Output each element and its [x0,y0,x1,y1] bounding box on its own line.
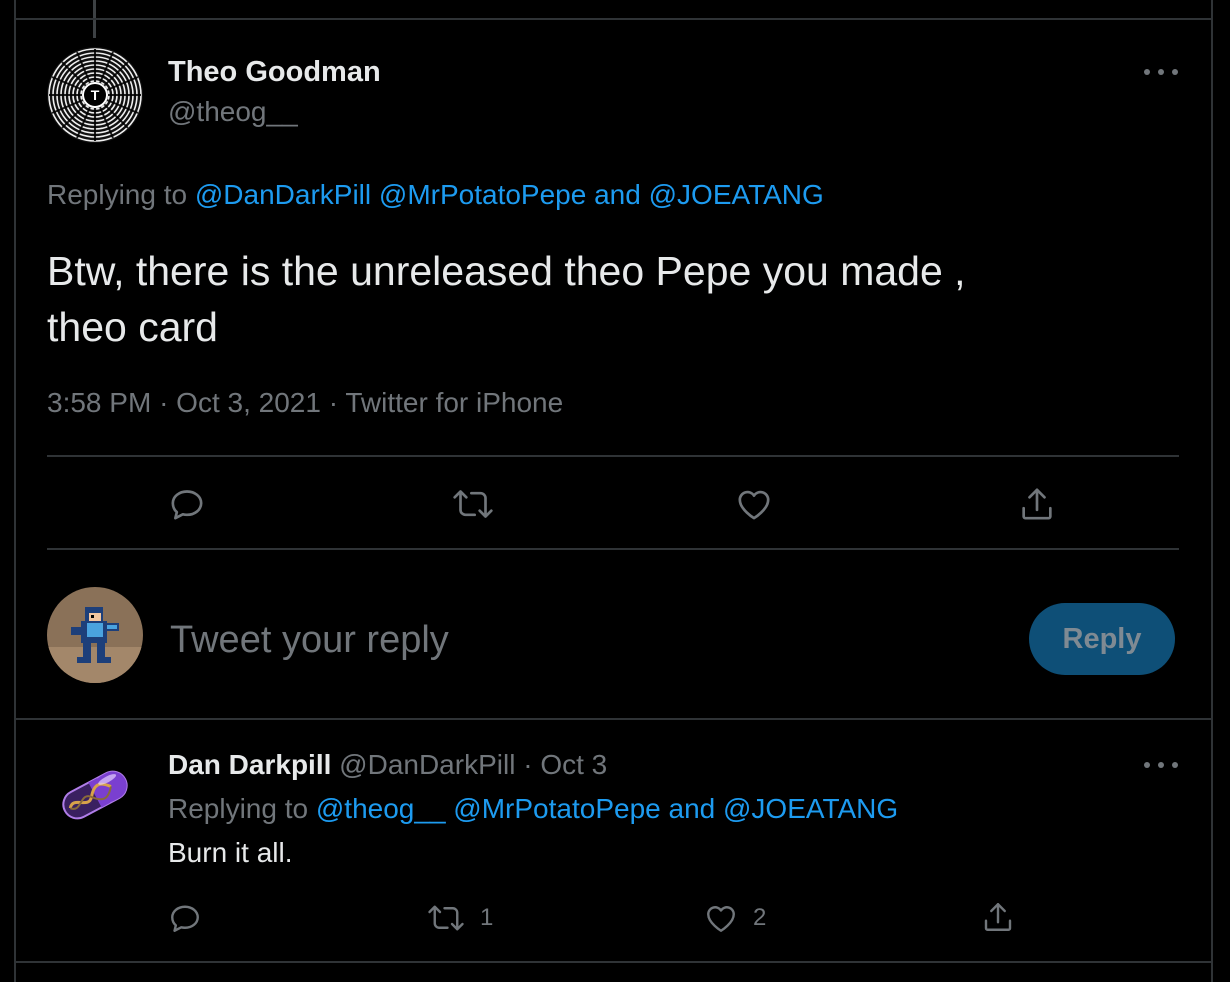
reply-header: Dan Darkpill @DanDarkPill · Oct 3 [168,749,607,781]
retweet-count: 1 [480,904,494,931]
mention-theog[interactable]: @theog__ [316,793,446,824]
reply-button[interactable]: Reply [1029,603,1175,675]
tweet-text-line-1: Btw, there is the unreleased theo Pepe y… [47,248,966,294]
theo-avatar[interactable]: T [47,47,143,143]
reply-reply-icon[interactable] [167,900,203,936]
reply-replying-to-line: Replying to @theog__ @MrPotatoPepe and @… [168,793,898,825]
more-options-icon[interactable] [1144,62,1178,82]
top-divider [14,18,1213,20]
reply-date[interactable]: Oct 3 [540,749,607,780]
reply-replying-and[interactable]: and [669,793,716,824]
dan-avatar[interactable] [47,747,143,843]
reply-more-options-icon[interactable] [1144,755,1178,775]
reply-input[interactable] [170,615,870,665]
reply-retweet-button[interactable]: 1 [426,900,493,936]
compose-divider [14,718,1213,720]
reply-icon[interactable] [167,484,207,524]
mention-mrpotatopepe-2[interactable]: @MrPotatoPepe [453,793,660,824]
actions-divider [47,548,1179,550]
mention-dandarkpill[interactable]: @DanDarkPill [195,179,371,210]
author-name[interactable]: Theo Goodman [168,56,381,89]
reply-retweet-icon [428,905,464,931]
retweet-icon[interactable] [451,484,495,524]
tweet-time[interactable]: 3:58 PM [47,387,151,418]
mention-joeatang-2[interactable]: @JOEATANG [723,793,898,824]
tweet-meta: 3:58 PM · Oct 3, 2021 · Twitter for iPho… [47,387,563,419]
heart-icon[interactable] [734,484,774,524]
meta-sep-1: · [159,387,169,418]
replying-and[interactable]: and [594,179,641,210]
reply-text: Burn it all. [168,837,293,868]
reply-heart-icon [707,906,735,932]
reply-header-sep: · [523,749,533,780]
like-count: 2 [753,904,767,931]
replying-to-line: Replying to @DanDarkPill @MrPotatoPepe a… [47,179,824,211]
avatar-letter: T [90,87,100,103]
meta-sep-2: · [328,387,339,418]
tweet-text-line-2: theo card [47,304,218,350]
share-icon[interactable] [1017,484,1057,524]
meta-divider [47,455,1179,457]
tweet-source[interactable]: Twitter for iPhone [345,387,563,418]
replying-prefix: Replying to [47,179,188,210]
reply-share-icon[interactable] [980,899,1016,935]
reply-author-handle[interactable]: @DanDarkPill [339,749,515,780]
author-handle[interactable]: @theog__ [168,96,298,128]
mention-joeatang[interactable]: @JOEATANG [649,179,824,210]
tweet-date[interactable]: Oct 3, 2021 [176,387,321,418]
mention-mrpotatopepe[interactable]: @MrPotatoPepe [379,179,586,210]
reply-like-button[interactable]: 2 [703,900,766,936]
tweet-text: Btw, there is the unreleased theo Pepe y… [47,243,966,355]
my-avatar[interactable] [47,587,143,683]
bottom-divider [14,961,1213,963]
reply-author-name[interactable]: Dan Darkpill [168,749,331,780]
reply-replying-prefix: Replying to [168,793,309,824]
